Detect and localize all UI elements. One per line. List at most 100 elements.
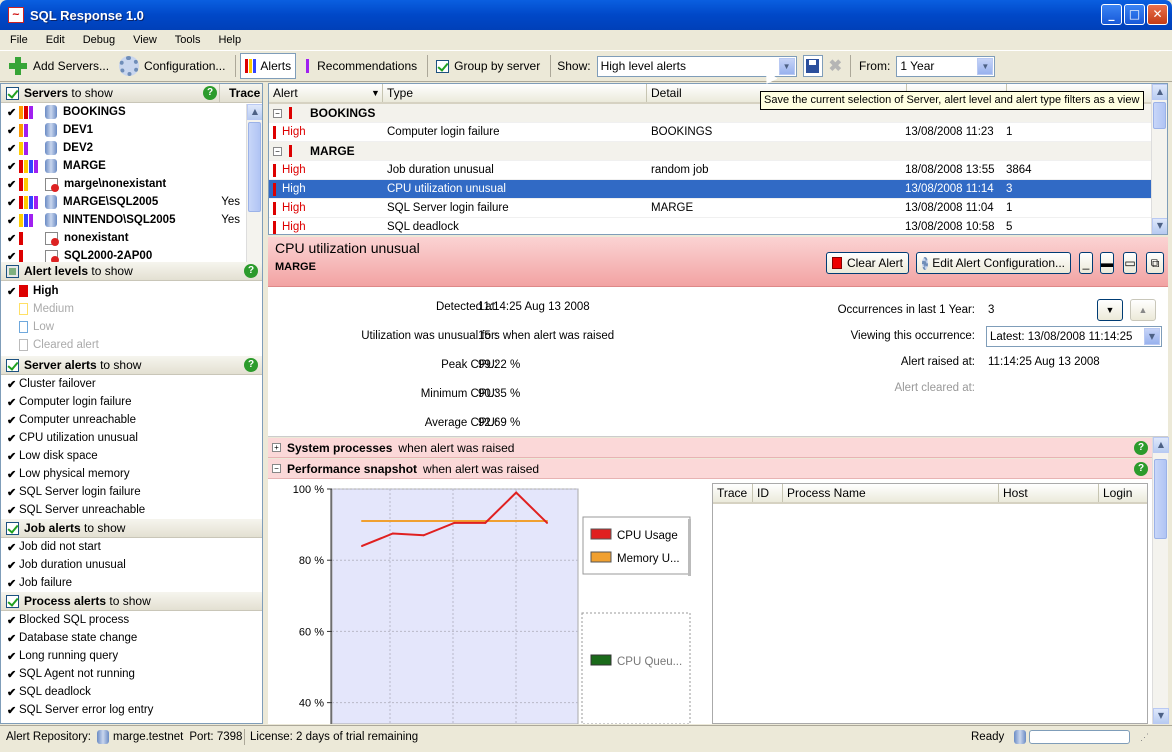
from-select[interactable]: 1 Year ▼ (896, 55, 996, 77)
checkmark-icon[interactable]: ✔ (7, 124, 19, 137)
group-row[interactable]: − MARGE (269, 142, 1167, 161)
column-host[interactable]: Host (999, 484, 1099, 502)
checkmark-icon[interactable]: ✔ (7, 432, 19, 445)
alert-row[interactable]: High Job duration unusual random job 18/08/… (269, 161, 1167, 180)
checkmark-icon[interactable]: ✔ (7, 250, 19, 263)
minimize-button[interactable]: _ (1101, 4, 1122, 25)
scroll-thumb[interactable] (248, 122, 261, 212)
checkmark-icon[interactable]: ✔ (7, 178, 19, 191)
checkmark-icon[interactable]: ✔ (7, 160, 19, 173)
servers-all-checkbox[interactable] (6, 86, 19, 100)
alert-level-item[interactable]: Low (1, 318, 262, 336)
scroll-thumb[interactable] (1154, 459, 1167, 539)
checkmark-icon[interactable]: ✔ (7, 396, 19, 409)
scroll-up-icon[interactable]: ▲ (1153, 437, 1169, 453)
edit-alert-configuration-button[interactable]: Edit Alert Configuration... (916, 252, 1071, 274)
alert-row[interactable]: High CPU utilization unusual 13/08/2008 11… (269, 180, 1167, 199)
alert-type-item[interactable]: ✔ Job failure (1, 574, 262, 592)
help-icon[interactable]: ? (203, 86, 217, 100)
alert-levels-all-checkbox[interactable] (6, 264, 19, 278)
checkmark-icon[interactable]: ✔ (7, 285, 19, 298)
collapse-icon[interactable]: − (272, 464, 281, 473)
help-icon[interactable]: ? (1134, 441, 1148, 455)
checkmark-icon[interactable]: ✔ (7, 378, 19, 391)
float-pane-button[interactable]: ⧉ (1146, 252, 1164, 274)
alert-type-item[interactable]: ✔ Computer login failure (1, 393, 262, 411)
delete-view-icon[interactable]: ✖ (829, 56, 842, 76)
alert-type-item[interactable]: ✔ SQL Agent not running (1, 665, 262, 683)
resize-grip-icon[interactable]: ⋰ (1140, 732, 1149, 743)
alerts-toggle[interactable]: Alerts (240, 53, 297, 79)
help-icon[interactable]: ? (244, 358, 258, 372)
column-login[interactable]: Login (1099, 484, 1147, 502)
checkmark-icon[interactable]: ✔ (7, 468, 19, 481)
alert-type-item[interactable]: ✔ SQL Server unreachable (1, 501, 262, 519)
occurrence-select[interactable]: Latest: 13/08/2008 11:14:25 ▼ (986, 326, 1162, 347)
checkmark-icon[interactable]: ✔ (7, 106, 19, 119)
server-item[interactable]: ✔ BOOKINGS (1, 103, 262, 121)
chevron-down-icon[interactable]: ▼ (778, 57, 795, 75)
checkmark-icon[interactable]: ✔ (7, 559, 19, 572)
checkmark-icon[interactable]: ✔ (7, 668, 19, 681)
chevron-down-icon[interactable]: ▼ (1144, 328, 1160, 345)
menu-file[interactable]: File (10, 34, 28, 46)
scroll-thumb[interactable] (1153, 102, 1166, 129)
checkmark-icon[interactable]: ✔ (7, 541, 19, 554)
menu-debug[interactable]: Debug (83, 34, 115, 46)
scroll-up-icon[interactable]: ▲ (1152, 84, 1167, 100)
checkmark-icon[interactable]: ✔ (7, 232, 19, 245)
alert-row[interactable]: High SQL Server login failure MARGE 13/08/2… (269, 199, 1167, 218)
alert-type-item[interactable]: ✔ Blocked SQL process (1, 611, 262, 629)
job-alerts-all-checkbox[interactable] (6, 521, 19, 535)
group-by-server-check[interactable] (436, 59, 450, 73)
scroll-down-icon[interactable]: ▼ (1152, 218, 1167, 234)
menu-tools[interactable]: Tools (175, 34, 201, 46)
alert-type-item[interactable]: ✔ Database state change (1, 629, 262, 647)
menu-edit[interactable]: Edit (46, 34, 65, 46)
alert-type-item[interactable]: ✔ Long running query (1, 647, 262, 665)
alert-type-item[interactable]: ✔ Computer unreachable (1, 411, 262, 429)
scroll-up-icon[interactable]: ▲ (247, 104, 262, 120)
alert-row[interactable]: High Computer login failure BOOKINGS 13/08/… (269, 123, 1167, 142)
collapse-icon[interactable]: − (273, 108, 282, 118)
alert-type-item[interactable]: ✔ SQL Server error log entry (1, 701, 262, 719)
help-icon[interactable]: ? (244, 264, 258, 278)
server-item[interactable]: ✔ nonexistant (1, 229, 262, 247)
performance-snapshot-section[interactable]: − Performance snapshot when alert was ra… (268, 459, 1168, 479)
checkmark-icon[interactable]: ✔ (7, 196, 19, 209)
chevron-down-icon[interactable]: ▼ (977, 57, 994, 75)
checkmark-icon[interactable]: ✔ (7, 486, 19, 499)
alert-type-item[interactable]: ✔ Job duration unusual (1, 556, 262, 574)
column-alert[interactable]: Alert (269, 84, 383, 102)
server-item[interactable]: ✔ marge\nonexistant (1, 175, 262, 193)
alert-type-item[interactable]: ✔ Job did not start (1, 538, 262, 556)
alert-type-item[interactable]: ✔ SQL deadlock (1, 683, 262, 701)
previous-occurrence-button[interactable]: ▲ (1130, 299, 1156, 321)
server-alerts-all-checkbox[interactable] (6, 358, 19, 372)
alert-level-item[interactable]: ✔ High (1, 282, 262, 300)
recommendations-toggle[interactable]: Recommendations (298, 53, 421, 79)
column-type[interactable]: ▼ Type (371, 84, 647, 102)
expand-icon[interactable]: + (272, 443, 281, 452)
next-occurrence-button[interactable]: ▼ (1097, 299, 1123, 321)
details-scrollbar[interactable]: ▲ ▼ (1152, 437, 1169, 724)
alert-row[interactable]: High SQL deadlock 13/08/2008 10:58 5 (269, 218, 1167, 234)
checkmark-icon[interactable]: ✔ (7, 504, 19, 517)
server-item[interactable]: ✔ DEV2 (1, 139, 262, 157)
server-item[interactable]: ✔ DEV1 (1, 121, 262, 139)
collapse-icon[interactable]: − (273, 146, 282, 156)
help-icon[interactable]: ? (1134, 462, 1148, 476)
checkmark-icon[interactable]: ✔ (7, 614, 19, 627)
column-process-name[interactable]: Process Name (783, 484, 999, 502)
alerts-grid-scrollbar[interactable]: ▲ ▼ (1151, 84, 1167, 234)
save-view-button[interactable] (802, 55, 823, 77)
alert-level-item[interactable]: Cleared alert (1, 336, 262, 354)
menu-help[interactable]: Help (218, 34, 241, 46)
alert-type-item[interactable]: ✔ Low disk space (1, 447, 262, 465)
checkmark-icon[interactable]: ✔ (7, 577, 19, 590)
alert-type-item[interactable]: ✔ SQL Server login failure (1, 483, 262, 501)
alert-level-item[interactable]: Medium (1, 300, 262, 318)
column-trace[interactable]: Trace (713, 484, 753, 502)
scroll-down-icon[interactable]: ▼ (1153, 708, 1169, 724)
server-item[interactable]: ✔ MARGE (1, 157, 262, 175)
